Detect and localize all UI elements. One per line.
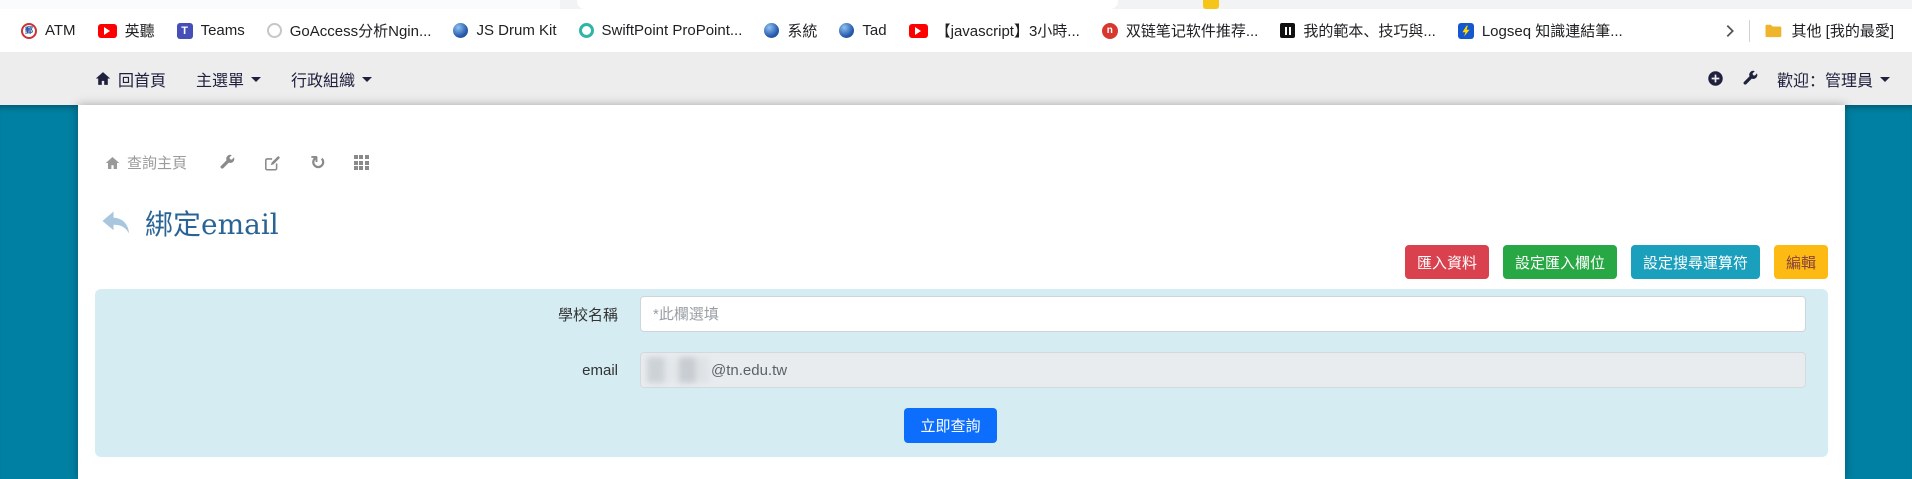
bookmark-javascript-course[interactable]: 【javascript】3小時... xyxy=(898,16,1091,46)
submit-row: 立即查詢 xyxy=(95,408,1806,443)
welcome-admin-menu[interactable]: 歡迎：管理員 xyxy=(1777,67,1890,91)
plus-circle-icon[interactable] xyxy=(1707,70,1724,87)
set-import-fields-button[interactable]: 設定匯入欄位 xyxy=(1503,245,1617,279)
folder-label: 其他 [我的最愛] xyxy=(1791,20,1894,41)
title-row: 綁定email xyxy=(95,203,1828,243)
nav-admin-org[interactable]: 行政組織 xyxy=(291,67,372,91)
bookmark-label: JS Drum Kit xyxy=(476,22,556,39)
school-name-row: 學校名稱 xyxy=(95,296,1806,332)
bookmark-label: Tad xyxy=(862,22,886,39)
bookmark-my-templates[interactable]: 我的範本、技巧與... xyxy=(1269,16,1447,46)
bookmark-swiftpoint[interactable]: SwiftPoint ProPoint... xyxy=(568,16,754,46)
email-field-readonly[interactable]: @tn.edu.tw xyxy=(640,352,1806,388)
email-label: email xyxy=(95,362,640,379)
bookmark-goaccess[interactable]: GoAccess分析Ngin... xyxy=(256,16,443,46)
set-search-operator-button[interactable]: 設定搜尋運算符 xyxy=(1631,245,1760,279)
folder-icon xyxy=(1764,22,1783,39)
bookmark-label: SwiftPoint ProPoint... xyxy=(602,22,743,39)
swiftpoint-ring-icon xyxy=(579,23,594,38)
bookmark-label: ATM xyxy=(45,22,76,39)
goaccess-icon xyxy=(267,23,282,38)
browser-toolbar-edge xyxy=(0,0,1912,9)
nav-main-menu[interactable]: 主選單 xyxy=(196,67,261,91)
query-now-button[interactable]: 立即查詢 xyxy=(904,408,996,443)
divider xyxy=(1749,20,1750,42)
bookmarks-bar: 郵 ATM 英聽 T Teams GoAccess分析Ngin... JS Dr… xyxy=(0,9,1912,52)
welcome-label: 歡迎：管理員 xyxy=(1777,67,1873,91)
bookmark-js-drum-kit[interactable]: JS Drum Kit xyxy=(442,16,567,46)
youtube-icon xyxy=(909,24,928,38)
nav-home[interactable]: 回首頁 xyxy=(95,67,166,91)
teams-icon: T xyxy=(177,23,193,39)
omnibox[interactable] xyxy=(577,0,1118,9)
bookmark-label: 【javascript】3小時... xyxy=(936,20,1080,41)
school-name-input[interactable] xyxy=(640,296,1806,332)
chevron-down-icon xyxy=(362,77,372,82)
blue-sphere-icon xyxy=(839,23,854,38)
nav-admin-org-label: 行政組織 xyxy=(291,67,355,91)
breadcrumb-home-link[interactable]: 查詢主頁 xyxy=(105,152,187,173)
bookmarks-overflow-chevron[interactable] xyxy=(1721,22,1739,40)
action-toolbar: 匯入資料 設定匯入欄位 設定搜尋運算符 編輯 xyxy=(95,245,1828,279)
query-form-panel: 學校名稱 email @tn.edu.tw 立即查詢 xyxy=(95,289,1828,457)
breadcrumb-home-label: 查詢主頁 xyxy=(127,152,187,173)
blue-sphere-icon xyxy=(453,23,468,38)
edit-icon[interactable] xyxy=(264,154,282,172)
wrench-icon[interactable] xyxy=(219,154,236,171)
bookmark-system[interactable]: 系統 xyxy=(753,16,828,46)
email-domain-text: @tn.edu.tw xyxy=(711,362,787,379)
breadcrumb: 查詢主頁 ↻ xyxy=(95,152,1828,173)
bookmark-label: 系統 xyxy=(787,20,817,41)
home-icon xyxy=(105,156,120,170)
bookmark-label: 我的範本、技巧與... xyxy=(1303,20,1436,41)
bookmark-english-listening[interactable]: 英聽 xyxy=(87,16,166,46)
grid-icon[interactable] xyxy=(354,155,369,170)
bookmark-label: Logseq 知識連結筆... xyxy=(1482,20,1623,41)
bookmark-label: GoAccess分析Ngin... xyxy=(290,20,432,41)
bookmark-logseq[interactable]: Logseq 知識連結筆... xyxy=(1447,16,1634,46)
import-data-button[interactable]: 匯入資料 xyxy=(1405,245,1489,279)
content-card: 查詢主頁 ↻ 綁定email 匯入資料 設定匯入欄位 設定搜尋運算符 xyxy=(78,105,1845,479)
nav-home-label: 回首頁 xyxy=(118,67,166,91)
nav-main-menu-label: 主選單 xyxy=(196,67,244,91)
back-reply-icon[interactable] xyxy=(99,209,133,237)
bookmark-tad[interactable]: Tad xyxy=(828,16,897,46)
logseq-icon xyxy=(1458,23,1474,39)
other-favorites-folder[interactable]: 其他 [我的最愛] xyxy=(1760,16,1898,46)
wrench-icon[interactable] xyxy=(1742,70,1759,87)
bookmark-label: Teams xyxy=(201,22,245,39)
site-navbar: 回首頁 主選單 行政組織 歡迎：管理員 xyxy=(0,52,1912,105)
red-circle-icon: n xyxy=(1102,23,1118,39)
page-title: 綁定email xyxy=(145,203,279,243)
youtube-icon xyxy=(98,24,117,38)
black-square-icon xyxy=(1280,23,1295,38)
bookmark-atm[interactable]: 郵 ATM xyxy=(10,16,87,46)
atm-post-icon: 郵 xyxy=(21,23,37,39)
chevron-down-icon xyxy=(1880,77,1890,82)
toolbar-background xyxy=(0,0,560,9)
home-icon xyxy=(95,71,111,86)
refresh-icon[interactable]: ↻ xyxy=(310,156,326,170)
censored-username-blur xyxy=(647,357,709,383)
page-background: 查詢主頁 ↻ 綁定email 匯入資料 設定匯入欄位 設定搜尋運算符 xyxy=(0,105,1912,479)
chevron-down-icon xyxy=(251,77,261,82)
bookmark-label: 双链笔记软件推荐... xyxy=(1126,20,1259,41)
extension-icon[interactable] xyxy=(1203,0,1219,9)
bookmark-teams[interactable]: T Teams xyxy=(166,16,256,46)
bookmark-backlink-notes[interactable]: n 双链笔记软件推荐... xyxy=(1091,16,1270,46)
bookmark-label: 英聽 xyxy=(125,20,155,41)
blue-sphere-icon xyxy=(764,23,779,38)
email-row: email @tn.edu.tw xyxy=(95,352,1806,388)
edit-button[interactable]: 編輯 xyxy=(1774,245,1828,279)
school-name-label: 學校名稱 xyxy=(95,304,640,325)
